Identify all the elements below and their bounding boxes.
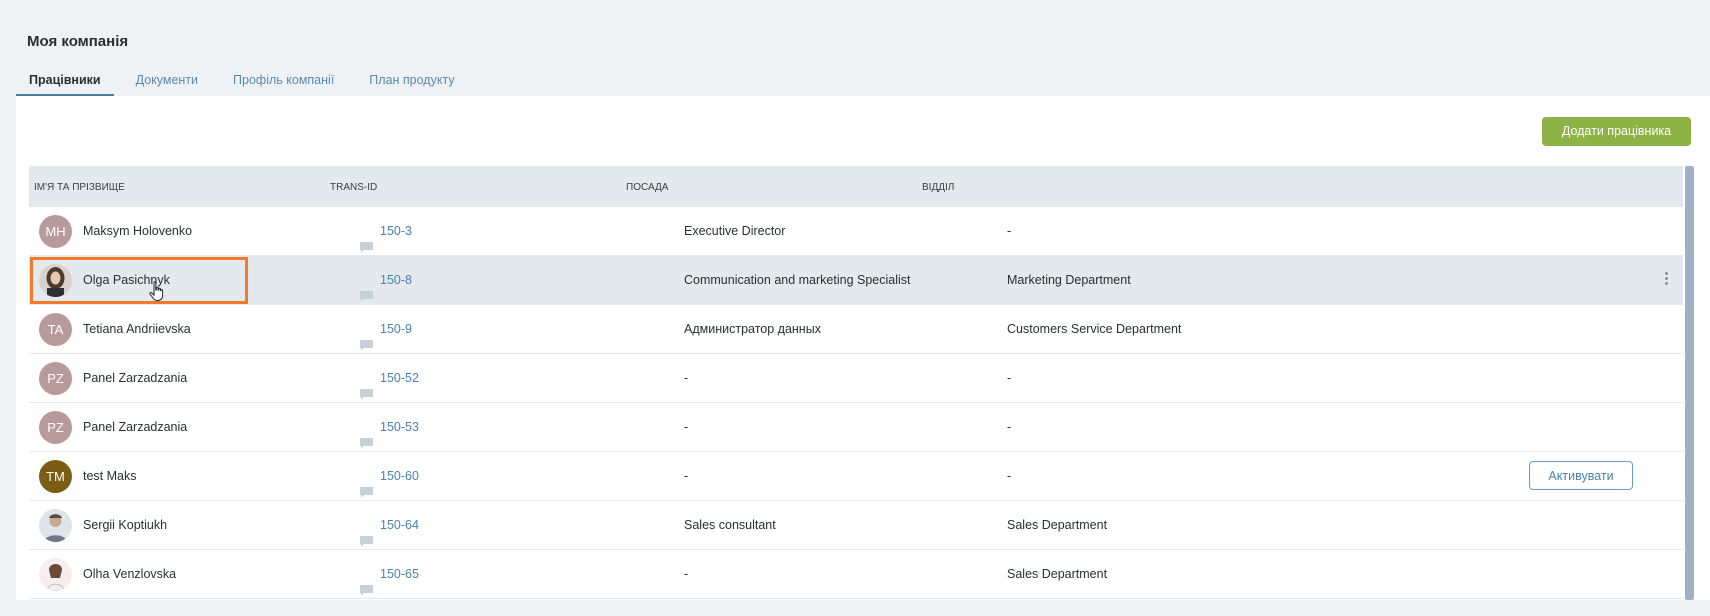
- department-cell: Customers Service Department: [1007, 322, 1182, 336]
- trans-id-link[interactable]: 150-3: [380, 207, 412, 255]
- position-cell: Executive Director: [684, 224, 786, 238]
- tab-employees[interactable]: Працівники: [16, 71, 114, 97]
- chat-icon[interactable]: [359, 519, 374, 547]
- avatar: [39, 509, 72, 542]
- employee-name[interactable]: Tetiana Andriievska: [83, 305, 191, 353]
- employees-table: ІМ'Я ТА ПРІЗВИЩЕ TRANS-ID ПОСАДА ВІДДІЛ …: [29, 166, 1683, 599]
- department-cell: -: [1007, 224, 1012, 238]
- avatar: [39, 264, 72, 297]
- department-cell: -: [1007, 469, 1012, 483]
- add-employee-button[interactable]: Додати працівника: [1542, 117, 1691, 146]
- position-cell: -: [684, 420, 689, 434]
- trans-id-cell: 150-65: [359, 550, 419, 598]
- table-row[interactable]: Sergii Koptiukh 150-64 Sales consultant …: [29, 501, 1683, 550]
- department-cell: -: [1007, 420, 1012, 434]
- avatar: TM: [39, 460, 72, 493]
- tab-documents[interactable]: Документи: [123, 71, 211, 94]
- chat-icon[interactable]: [359, 372, 374, 400]
- chat-icon[interactable]: [359, 274, 374, 302]
- trans-id-cell: 150-8: [359, 256, 412, 304]
- table-row[interactable]: TM test Maks 150-60 - - Активувати: [29, 452, 1683, 501]
- hand-cursor-icon: [149, 281, 164, 301]
- column-header-department[interactable]: ВІДДІЛ: [922, 182, 954, 193]
- position-cell: -: [684, 469, 689, 483]
- avatar: TA: [39, 313, 72, 346]
- employee-name[interactable]: Maksym Holovenko: [83, 207, 192, 255]
- department-cell: Marketing Department: [1007, 273, 1131, 287]
- more-options-icon[interactable]: [1663, 272, 1669, 288]
- employee-name[interactable]: Olha Venzlovska: [83, 550, 176, 598]
- avatar: MH: [39, 215, 72, 248]
- avatar: PZ: [39, 411, 72, 444]
- position-cell: Communication and marketing Specialist: [684, 273, 911, 287]
- table-row[interactable]: Olga Pasichnyk 150-8 Communication and m…: [29, 256, 1683, 305]
- tab-bar: Працівники Документи Профіль компанії Пл…: [16, 71, 477, 97]
- avatar: PZ: [39, 362, 72, 395]
- position-cell: Sales consultant: [684, 518, 776, 532]
- activate-button[interactable]: Активувати: [1529, 461, 1633, 490]
- chat-icon[interactable]: [359, 323, 374, 351]
- trans-id-link[interactable]: 150-53: [380, 403, 419, 451]
- trans-id-link[interactable]: 150-9: [380, 305, 412, 353]
- scrollbar[interactable]: [1685, 166, 1694, 600]
- department-cell: Sales Department: [1007, 567, 1108, 581]
- trans-id-link[interactable]: 150-64: [380, 501, 419, 549]
- trans-id-link[interactable]: 150-60: [380, 452, 419, 500]
- table-row[interactable]: TA Tetiana Andriievska 150-9 Администрат…: [29, 305, 1683, 354]
- table-row[interactable]: PZ Panel Zarzadzania 150-52 - -: [29, 354, 1683, 403]
- chat-icon[interactable]: [359, 225, 374, 253]
- column-header-name[interactable]: ІМ'Я ТА ПРІЗВИЩЕ: [34, 182, 125, 193]
- chat-icon[interactable]: [359, 470, 374, 498]
- employee-name[interactable]: test Maks: [83, 452, 137, 500]
- table-row[interactable]: Olha Venzlovska 150-65 - Sales Departmen…: [29, 550, 1683, 599]
- trans-id-link[interactable]: 150-65: [380, 550, 419, 598]
- employee-name[interactable]: Sergii Koptiukh: [83, 501, 167, 549]
- column-header-trans-id[interactable]: TRANS-ID: [330, 182, 377, 193]
- trans-id-link[interactable]: 150-52: [380, 354, 419, 402]
- department-cell: Sales Department: [1007, 518, 1108, 532]
- department-cell: -: [1007, 371, 1012, 385]
- trans-id-cell: 150-52: [359, 354, 419, 402]
- page-header: Моя компанія Працівники Документи Профіл…: [0, 0, 1710, 97]
- trans-id-cell: 150-64: [359, 501, 419, 549]
- page-title: Моя компанія: [27, 33, 129, 50]
- trans-id-cell: 150-3: [359, 207, 412, 255]
- trans-id-cell: 150-53: [359, 403, 419, 451]
- chat-icon[interactable]: [359, 421, 374, 449]
- table-row[interactable]: PZ Panel Zarzadzania 150-53 - -: [29, 403, 1683, 452]
- chat-icon[interactable]: [359, 568, 374, 596]
- table-row[interactable]: MH Maksym Holovenko 150-3 Executive Dire…: [29, 207, 1683, 256]
- trans-id-cell: 150-60: [359, 452, 419, 500]
- tab-company-profile[interactable]: Профіль компанії: [220, 71, 347, 94]
- position-cell: -: [684, 371, 689, 385]
- position-cell: -: [684, 567, 689, 581]
- tab-product-plan[interactable]: План продукту: [356, 71, 467, 94]
- avatar: [39, 558, 72, 591]
- trans-id-link[interactable]: 150-8: [380, 256, 412, 304]
- position-cell: Администратор данных: [684, 322, 821, 336]
- table-header: ІМ'Я ТА ПРІЗВИЩЕ TRANS-ID ПОСАДА ВІДДІЛ: [29, 166, 1683, 207]
- trans-id-cell: 150-9: [359, 305, 412, 353]
- scrollbar-thumb[interactable]: [1685, 166, 1694, 600]
- employee-name[interactable]: Panel Zarzadzania: [83, 403, 187, 451]
- employee-name[interactable]: Panel Zarzadzania: [83, 354, 187, 402]
- column-header-position[interactable]: ПОСАДА: [626, 182, 668, 193]
